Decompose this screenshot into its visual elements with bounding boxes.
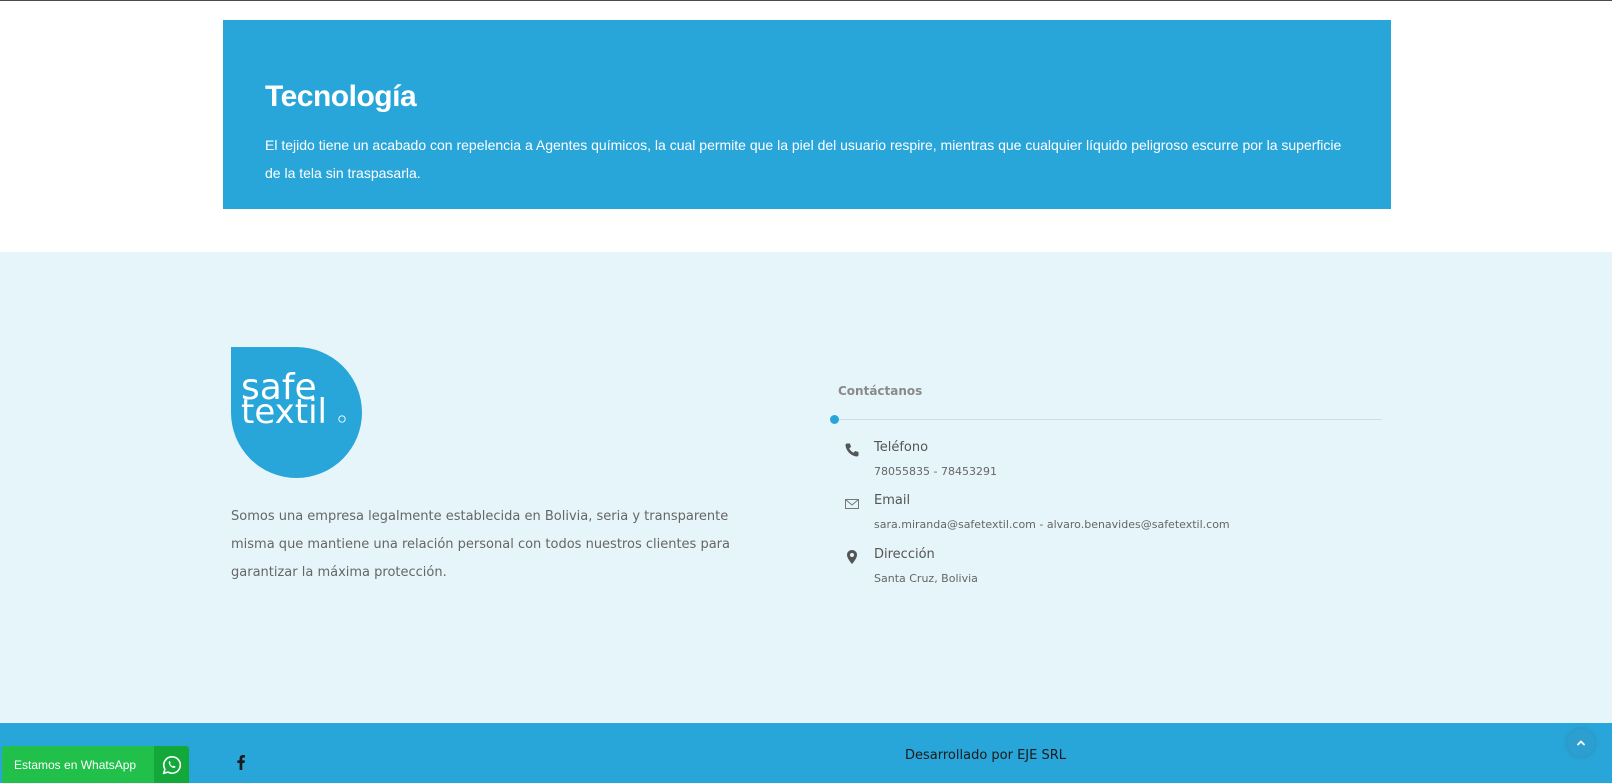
site-footer [0,252,1612,723]
email-label: Email [874,493,911,508]
chevron-up-icon [1577,740,1585,746]
bottom-bar [0,723,1612,783]
company-description: Somos una empresa legalmente establecida… [231,509,730,580]
safetextil-logo[interactable]: safe textil [231,347,362,478]
technology-title: Tecnología [265,80,417,113]
contact-title: Contáctanos [838,384,923,398]
logo-mark: safe textil [231,347,362,478]
whatsapp-icon [162,755,181,774]
svg-text:textil: textil [241,392,327,432]
map-pin-icon [847,550,857,564]
phone-label: Teléfono [874,440,929,455]
top-divider [0,0,1612,1]
technology-section: Tecnología El tejido tiene un acabado co… [223,20,1391,209]
whatsapp-icon-box [154,746,189,783]
address-value: Santa Cruz, Bolivia [874,572,978,585]
whatsapp-chat-button[interactable]: Estamos en WhatsApp [2,746,189,783]
phone-value[interactable]: 78055835 - 78453291 [874,465,997,478]
scroll-to-top-button[interactable] [1567,729,1595,757]
email-value[interactable]: sara.miranda@safetextil.com - alvaro.ben… [874,518,1230,531]
contact-divider [834,419,1382,420]
technology-description: El tejido tiene un acabado con repelenci… [265,137,1342,181]
phone-icon [845,443,859,457]
mail-icon [845,499,859,509]
address-label: Dirección [874,547,935,562]
contact-divider-dot [830,415,839,424]
facebook-icon[interactable] [234,754,248,770]
whatsapp-label: Estamos en WhatsApp [14,757,137,772]
developer-credit: Desarrollado por EJE SRL [905,748,1067,763]
